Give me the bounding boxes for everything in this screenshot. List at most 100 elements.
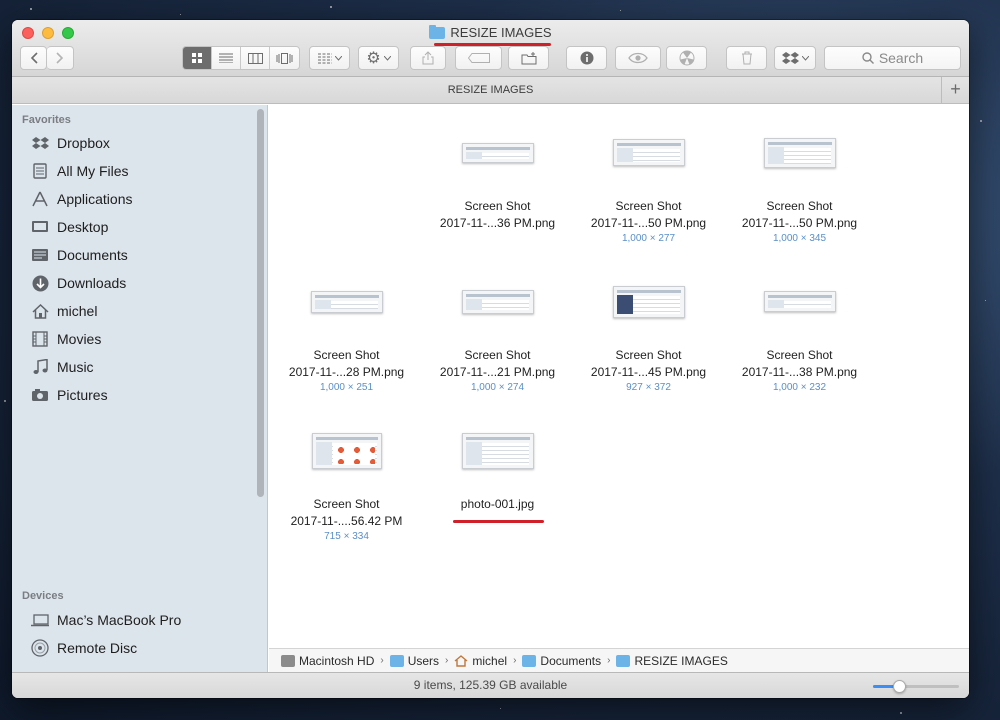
file-name-line2: 2017-11-...36 PM.png <box>439 216 556 230</box>
dropbox-button[interactable] <box>774 46 816 70</box>
file-thumbnail-wrap <box>573 259 724 344</box>
file-item[interactable]: Screen Shot 2017-11-...50 PM.png 1,000 × 3… <box>724 110 875 246</box>
file-thumbnail-wrap <box>724 259 875 344</box>
devices-list: Mac’s MacBook Pro Remote Disc <box>12 606 267 662</box>
dropbox-icon <box>781 52 799 64</box>
chevron-right-icon: › <box>513 655 517 666</box>
breadcrumb-item[interactable]: Macintosh HD <box>281 654 374 668</box>
sidebar-item-desktop[interactable]: Desktop <box>12 213 267 241</box>
slider-knob[interactable] <box>892 680 906 693</box>
file-name-line2: 2017-11-...50 PM.png <box>741 216 858 230</box>
new-tab-button[interactable]: + <box>941 77 969 103</box>
file-item[interactable]: Screen Shot 2017-11-...50 PM.png 1,000 × 2… <box>573 110 724 246</box>
file-thumbnail-wrap <box>271 259 422 344</box>
file-item[interactable]: Screen Shot 2017-11-...21 PM.png 1,000 × 2… <box>422 259 573 395</box>
get-info-button[interactable] <box>566 46 607 70</box>
file-thumbnail <box>763 137 836 168</box>
star <box>180 14 181 15</box>
eye-icon <box>628 52 648 64</box>
arrange-button[interactable] <box>309 46 350 70</box>
file-name-line1: Screen Shot <box>766 348 833 362</box>
icon-size-slider[interactable] <box>873 680 959 693</box>
file-thumbnail-wrap <box>422 259 573 344</box>
burn-button[interactable] <box>666 46 707 70</box>
file-thumbnail-wrap <box>422 408 573 493</box>
action-button[interactable]: ⚙ <box>358 46 399 70</box>
trash-button[interactable] <box>726 46 767 70</box>
new-folder-button[interactable] <box>508 46 549 70</box>
sidebar-heading-favorites: Favorites <box>22 114 71 126</box>
star <box>900 712 902 714</box>
file-thumbnail <box>461 432 534 469</box>
star <box>30 8 32 10</box>
breadcrumb: Macintosh HD › Users › michel › Documents › RESI… <box>269 648 969 672</box>
file-name-line2: 2017-11-....56.42 PM <box>290 514 403 528</box>
toolbar: ⚙ Search <box>12 46 969 72</box>
back-button[interactable] <box>20 46 47 70</box>
share-button[interactable] <box>410 46 446 70</box>
breadcrumb-item[interactable]: RESIZE IMAGES <box>616 654 728 668</box>
file-item[interactable]: Screen Shot 2017-11-...36 PM.png <box>422 110 573 232</box>
new-folder-icon <box>521 51 536 64</box>
sidebar-item-downloads[interactable]: Downloads <box>12 269 267 297</box>
home-icon <box>31 302 49 320</box>
chevron-right-icon: › <box>380 655 384 666</box>
desktop-icon <box>31 218 49 236</box>
file-item[interactable]: Screen Shot 2017-11-...45 PM.png 927 × 372 <box>573 259 724 395</box>
chevron-down-icon <box>383 55 391 61</box>
file-name-line2: 2017-11-...21 PM.png <box>439 365 556 379</box>
sidebar-item-dropbox[interactable]: Dropbox <box>12 129 267 157</box>
disc-icon <box>31 639 49 657</box>
sidebar-scrollbar[interactable] <box>257 109 264 497</box>
breadcrumb-item[interactable]: michel <box>454 654 507 668</box>
search-field[interactable]: Search <box>824 46 961 70</box>
quick-look-button[interactable] <box>615 46 661 70</box>
breadcrumb-item[interactable]: Documents <box>522 654 601 668</box>
sidebar-item-movies[interactable]: Movies <box>12 325 267 353</box>
file-item[interactable]: Screen Shot 2017-11-...38 PM.png 1,000 × 2… <box>724 259 875 395</box>
sidebar-item-remote-disc[interactable]: Remote Disc <box>12 634 267 662</box>
chevron-right-icon <box>56 52 64 64</box>
tag-icon <box>467 53 490 63</box>
star <box>330 6 332 8</box>
file-thumbnail <box>612 139 685 166</box>
chevron-down-icon <box>801 55 809 61</box>
sidebar-item-label: Documents <box>57 247 128 263</box>
sidebar-item-pictures[interactable]: Pictures <box>12 381 267 409</box>
file-thumbnail-wrap <box>422 110 573 195</box>
folder-icon <box>429 24 446 39</box>
file-thumbnail-wrap <box>573 110 724 195</box>
file-item[interactable]: photo-001.jpg <box>422 408 573 513</box>
sidebar-item-label: Downloads <box>57 275 127 291</box>
sidebar-item-music[interactable]: Music <box>12 353 267 381</box>
tab-title[interactable]: RESIZE IMAGES <box>448 84 534 96</box>
sidebar-item-label: Music <box>57 359 94 375</box>
file-thumbnail <box>461 142 534 163</box>
breadcrumb-label: Macintosh HD <box>299 653 375 668</box>
sidebar-item-mac-s-macbook-pro[interactable]: Mac’s MacBook Pro <box>12 606 267 634</box>
cover-flow-view-button[interactable] <box>270 47 299 69</box>
sidebar-item-all-my-files[interactable]: All My Files <box>12 157 267 185</box>
documents-icon <box>31 246 49 264</box>
favorites-list: Dropbox All My Files Applications Desktop Do… <box>12 129 267 409</box>
cover-flow-icon <box>276 52 293 64</box>
file-item[interactable]: Screen Shot 2017-11-....56.42 PM 715 × 334 <box>271 408 422 544</box>
sidebar-item-michel[interactable]: michel <box>12 297 267 325</box>
file-thumbnail-wrap <box>724 110 875 195</box>
sidebar-item-documents[interactable]: Documents <box>12 241 267 269</box>
info-icon <box>580 51 593 65</box>
sidebar-item-applications[interactable]: Applications <box>12 185 267 213</box>
file-item[interactable]: Screen Shot 2017-11-...28 PM.png 1,000 × 2… <box>271 259 422 395</box>
tag-button[interactable] <box>455 46 502 70</box>
file-name-line2: 2017-11-...38 PM.png <box>741 365 858 379</box>
column-view-button[interactable] <box>241 47 270 69</box>
sidebar: Favorites Dropbox All My Files Application… <box>12 105 268 674</box>
file-name-line1: Screen Shot <box>313 497 380 511</box>
chevron-right-icon: › <box>445 655 449 666</box>
forward-button[interactable] <box>47 46 74 70</box>
file-name-line1: Screen Shot <box>464 199 531 213</box>
icon-view-button[interactable] <box>183 47 212 69</box>
file-thumbnail <box>763 291 836 312</box>
breadcrumb-item[interactable]: Users <box>389 654 439 668</box>
list-view-button[interactable] <box>212 47 241 69</box>
